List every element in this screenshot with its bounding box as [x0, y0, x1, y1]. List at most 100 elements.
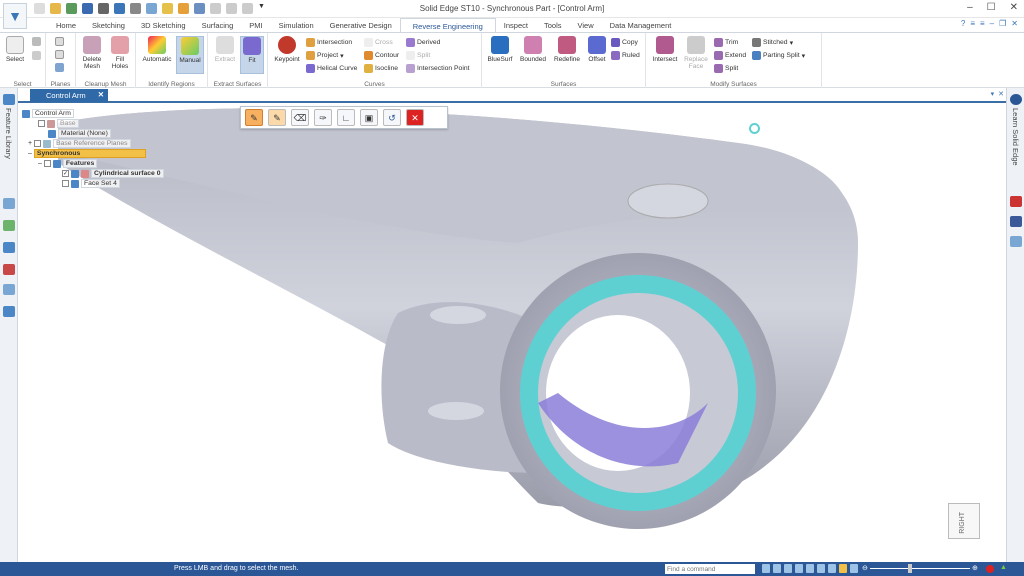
tab-3d-sketching[interactable]: 3D Sketching — [133, 18, 194, 33]
application-button[interactable]: ▼ — [3, 3, 27, 29]
keypoint-button[interactable]: Keypoint — [272, 36, 302, 63]
help-circle-icon[interactable] — [1010, 94, 1022, 105]
zoom-area-icon[interactable] — [773, 564, 781, 573]
facebook-icon[interactable] — [1010, 216, 1022, 227]
bounded-button[interactable]: Bounded — [517, 36, 549, 63]
tab-reverse-engineering[interactable]: Reverse Engineering — [399, 18, 496, 33]
shading-icon[interactable] — [839, 564, 847, 573]
pathfinder-icon[interactable] — [3, 284, 15, 295]
collapse-icon[interactable]: – — [28, 150, 32, 157]
copy-button[interactable]: Copy — [611, 38, 638, 47]
cascade-icon[interactable]: ≡ — [980, 19, 985, 28]
manual-button[interactable]: Manual — [176, 36, 204, 74]
erase-region-button[interactable]: ⌫ — [291, 109, 309, 126]
checkbox[interactable] — [34, 140, 42, 147]
view-cube[interactable]: RIGHT — [948, 503, 980, 539]
rotate-icon[interactable] — [806, 564, 814, 573]
paint-face-button[interactable]: ✎ — [268, 109, 286, 126]
expand-icon[interactable]: + — [28, 140, 32, 147]
collapse-icon[interactable]: – — [38, 160, 42, 167]
derived-button[interactable]: Derived — [406, 38, 440, 47]
split-surface-button[interactable]: Split — [714, 64, 738, 73]
tree-item-material[interactable]: Material (None) — [48, 129, 111, 138]
sensors-icon[interactable] — [3, 220, 15, 231]
tile-icon[interactable]: ≡ — [970, 19, 975, 28]
stitched-button[interactable]: Stitched ▾ — [752, 38, 793, 47]
upload-icon[interactable]: ▲ — [1000, 564, 1007, 571]
checkbox[interactable] — [38, 120, 45, 127]
project-button[interactable]: Project ▾ — [306, 51, 344, 60]
doc-restore-icon[interactable]: ❐ — [999, 19, 1006, 28]
zoom-in-icon[interactable]: ⊕ — [972, 564, 978, 572]
measure-button[interactable]: ∟ — [337, 109, 355, 126]
sketch-view-icon[interactable] — [817, 564, 825, 573]
extend-button[interactable]: Extend — [714, 51, 746, 60]
feature-library-icon[interactable] — [3, 94, 15, 105]
offset-button[interactable]: Offset — [585, 36, 609, 63]
close-document-icon[interactable]: ✕ — [98, 90, 104, 99]
tree-root[interactable]: Control Arm — [22, 109, 74, 118]
checkbox-checked[interactable]: ✓ — [62, 170, 69, 177]
automatic-button[interactable]: Automatic — [140, 36, 174, 63]
fill-holes-button[interactable]: Fill Holes — [108, 36, 132, 70]
community-icon[interactable] — [1010, 236, 1022, 247]
zoom-icon[interactable] — [784, 564, 792, 573]
layers-icon[interactable] — [3, 198, 15, 209]
checkbox[interactable] — [62, 180, 69, 187]
zoom-slider[interactable] — [870, 568, 970, 569]
tab-inspect[interactable]: Inspect — [496, 18, 536, 33]
tree-item-base[interactable]: Base — [38, 119, 79, 128]
maximize-icon[interactable]: ☐ — [987, 2, 996, 13]
eyedropper-button[interactable]: ✑ — [314, 109, 332, 126]
split-curve-button[interactable]: Split — [406, 51, 430, 60]
cancel-button[interactable]: ✕ — [406, 109, 424, 126]
parting-split-button[interactable]: Parting Split ▾ — [752, 51, 805, 60]
doc-close-icon[interactable]: ✕ — [1011, 19, 1018, 28]
intersect-button[interactable]: Intersect — [650, 36, 680, 63]
fit-button[interactable]: Fit — [240, 36, 264, 74]
views-icon[interactable] — [850, 564, 858, 573]
color-icon[interactable] — [3, 264, 15, 275]
replace-face-button[interactable]: Replace Face — [682, 36, 710, 70]
model-icon[interactable] — [3, 306, 15, 317]
help-icon[interactable]: ? — [961, 19, 965, 28]
tab-list-icon[interactable]: ▾ — [991, 90, 995, 98]
tab-surfacing[interactable]: Surfacing — [194, 18, 242, 33]
learn-solid-edge-tab[interactable]: Learn Solid Edge — [1011, 108, 1020, 166]
paint-region-button[interactable]: ✎ — [245, 109, 263, 126]
delete-mesh-button[interactable]: Delete Mesh — [80, 36, 104, 70]
undo-button[interactable]: ↺ — [383, 109, 401, 126]
tree-item-features[interactable]: – Features — [38, 159, 98, 168]
tree-item-synchronous[interactable]: – Synchronous — [28, 149, 146, 158]
tab-close-icon[interactable]: ✕ — [998, 90, 1004, 98]
contour-button[interactable]: Contour — [364, 51, 399, 60]
helical-curve-button[interactable]: Helical Curve — [306, 64, 357, 73]
tab-generative-design[interactable]: Generative Design — [322, 18, 400, 33]
tree-item-base-reference-planes[interactable]: + Base Reference Planes — [28, 139, 131, 148]
document-tab[interactable]: Control Arm ✕ — [30, 89, 108, 102]
find-command-input[interactable] — [665, 564, 755, 574]
bluesurf-button[interactable]: BlueSurf — [485, 36, 515, 63]
tree-item-cylindrical-surface[interactable]: ✓ Cylindrical surface 0 — [62, 169, 164, 178]
zoom-slider-thumb[interactable] — [908, 564, 912, 573]
tab-tools[interactable]: Tools — [536, 18, 570, 33]
teamcenter-icon[interactable] — [3, 242, 15, 253]
tab-view[interactable]: View — [570, 18, 602, 33]
checkbox[interactable] — [43, 160, 51, 167]
tab-pmi[interactable]: PMI — [241, 18, 270, 33]
fit-view-icon[interactable] — [795, 564, 803, 573]
style-icon[interactable] — [828, 564, 836, 573]
select-button[interactable]: Select — [4, 36, 26, 63]
trim-button[interactable]: Trim — [714, 38, 738, 47]
view-button[interactable]: ▣ — [360, 109, 378, 126]
minimize-icon[interactable]: – — [967, 2, 973, 13]
3d-viewport[interactable]: RIGHT Control Arm Base Material (None) +… — [18, 103, 1006, 562]
cross-button[interactable]: Cross — [364, 38, 393, 47]
tab-home[interactable]: Home — [48, 18, 84, 33]
feature-library-tab[interactable]: Feature Library — [4, 108, 13, 159]
tab-simulation[interactable]: Simulation — [271, 18, 322, 33]
close-icon[interactable]: ✕ — [1010, 2, 1018, 13]
youtube-icon[interactable] — [1010, 196, 1022, 207]
zoom-out-icon[interactable]: ⊖ — [862, 564, 868, 572]
redefine-button[interactable]: Redefine — [551, 36, 583, 63]
